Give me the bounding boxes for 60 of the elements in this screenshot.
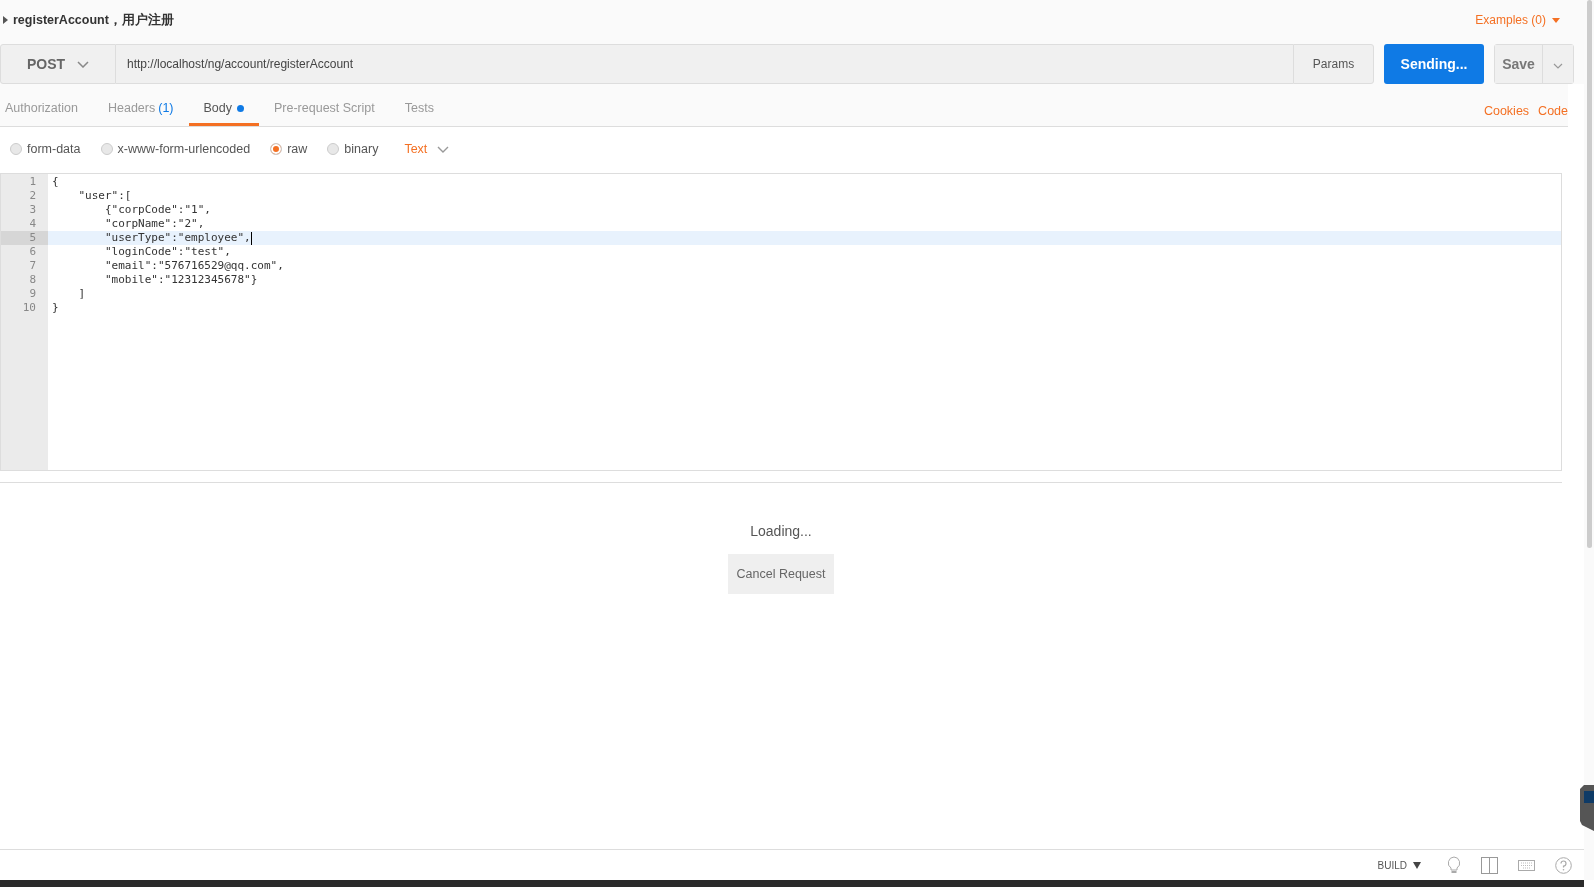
line-number: 9: [29, 287, 36, 300]
scrollbar-thumb[interactable]: [1587, 0, 1592, 548]
send-button[interactable]: Sending...: [1384, 44, 1484, 84]
code-line: ]: [77, 287, 86, 301]
code-line: "user":[: [77, 189, 132, 203]
code-line: "userType":"employee",: [103, 231, 251, 245]
help-icon[interactable]: [1555, 856, 1572, 874]
line-number: 2: [29, 189, 36, 202]
caret-down-icon: [1552, 17, 1560, 23]
code-line: {"corpCode":"1",: [103, 203, 211, 217]
tab[interactable]: Body: [188, 101, 259, 126]
radio-button[interactable]: [100, 143, 113, 155]
radio-label[interactable]: x-www-form-urlencoded: [117, 142, 251, 156]
link[interactable]: Cookies: [1483, 104, 1530, 118]
code-line: "loginCode":"test",: [103, 245, 231, 259]
radio-button[interactable]: [10, 143, 22, 155]
code-line: "mobile":"12312345678"}: [103, 273, 258, 287]
chevron-down-icon: [1553, 62, 1563, 69]
format-dropdown[interactable]: Text: [398, 141, 456, 157]
radio-button[interactable]: [327, 143, 340, 155]
caret-right-icon[interactable]: [3, 16, 8, 24]
line-number: 5: [29, 231, 36, 244]
build-dropdown[interactable]: BUILD: [1371, 858, 1427, 872]
loading-text: Loading...: [750, 523, 812, 539]
url-field[interactable]: http://localhost/ng/account/registerAccount: [116, 44, 1293, 84]
side-widget-icon[interactable]: [1580, 785, 1594, 831]
request-title: registerAccount，用户注册: [13, 11, 174, 29]
params-button[interactable]: Params: [1293, 44, 1374, 84]
tab[interactable]: Tests: [389, 101, 449, 126]
lightbulb-icon[interactable]: [1447, 856, 1461, 874]
text-cursor: [250, 231, 253, 245]
save-button[interactable]: Save: [1495, 45, 1543, 83]
code-line: }: [52, 301, 59, 315]
cancel-request-button[interactable]: Cancel Request: [728, 554, 834, 594]
link[interactable]: Code: [1538, 104, 1568, 118]
radio-label[interactable]: raw: [287, 142, 308, 156]
tab[interactable]: Pre-request Script: [259, 101, 390, 126]
line-number: 3: [29, 203, 36, 216]
radio-label[interactable]: form-data: [27, 142, 81, 156]
examples-dropdown[interactable]: Examples (0): [1475, 13, 1560, 27]
chevron-down-icon: [77, 60, 90, 68]
radio-label[interactable]: binary: [344, 142, 379, 156]
keyboard-icon[interactable]: [1518, 859, 1535, 871]
two-pane-icon[interactable]: [1481, 856, 1498, 874]
code-line: "corpName":"2",: [103, 217, 205, 231]
line-number: 8: [29, 273, 36, 286]
code-line: {: [52, 175, 59, 189]
code-line: "email":"576716529@qq.com",: [103, 259, 284, 273]
code-editor[interactable]: 1 2 3 4 5 6 7 8 9 10 { "user":[ {"corpCode":"1", "corpName":"2", "userType":"employee", "loginCode":"test", "email":"576716529@qq.com", "mobile":"12312345678"} ] }: [0, 173, 1562, 471]
radio-button[interactable]: [270, 143, 283, 155]
line-number: 7: [29, 259, 36, 272]
tab[interactable]: Headers (1): [92, 101, 189, 126]
line-number: 10: [22, 301, 36, 314]
line-number: 6: [29, 245, 36, 258]
line-number: 1: [29, 175, 36, 188]
caret-down-icon: [1413, 861, 1421, 869]
chevron-down-icon: [437, 145, 450, 153]
method-dropdown[interactable]: POST: [0, 44, 116, 84]
tab[interactable]: Authorization: [0, 101, 93, 126]
line-number: 4: [29, 217, 36, 230]
